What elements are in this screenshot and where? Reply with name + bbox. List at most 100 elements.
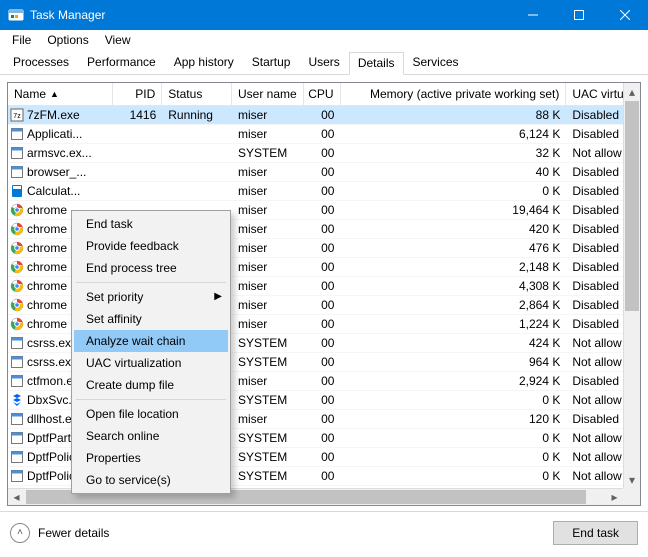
cell-user: SYSTEM	[232, 393, 304, 407]
col-memory[interactable]: Memory (active private working set)	[341, 83, 567, 105]
table-row[interactable]: Calculat...miser000 KDisabled	[8, 182, 640, 201]
menu-file[interactable]: File	[4, 31, 39, 49]
cell-user: miser	[232, 317, 304, 331]
process-icon	[10, 184, 24, 198]
cell-memory: 2,924 K	[340, 374, 566, 388]
cell-user: miser	[232, 260, 304, 274]
cell-cpu: 00	[304, 336, 341, 350]
process-icon	[10, 260, 24, 274]
cell-cpu: 00	[304, 127, 341, 141]
cell-user: miser	[232, 222, 304, 236]
scroll-thumb[interactable]	[625, 101, 639, 311]
process-icon	[10, 146, 24, 160]
cell-memory: 476 K	[340, 241, 566, 255]
window-title: Task Manager	[30, 8, 510, 22]
cell-cpu: 00	[304, 260, 341, 274]
cell-name: armsvc.ex...	[8, 146, 112, 160]
table-row[interactable]: Applicati...miser006,124 KDisabled	[8, 125, 640, 144]
title-bar[interactable]: Task Manager	[0, 0, 648, 30]
col-user[interactable]: User name	[232, 83, 304, 105]
cell-cpu: 00	[304, 184, 341, 198]
context-menu-item[interactable]: Set priority▶	[74, 286, 228, 308]
context-menu-item[interactable]: Go to service(s)	[74, 469, 228, 491]
context-menu-item[interactable]: Properties	[74, 447, 228, 469]
tab-startup[interactable]: Startup	[243, 51, 300, 74]
svg-text:7z: 7z	[13, 113, 21, 120]
context-menu-separator	[76, 399, 226, 400]
cell-memory: 420 K	[340, 222, 566, 236]
process-icon: 7z	[10, 108, 24, 122]
app-icon	[8, 7, 24, 23]
context-menu-item[interactable]: Set affinity	[74, 308, 228, 330]
process-icon	[10, 165, 24, 179]
scroll-up-icon[interactable]: ▴	[624, 83, 640, 100]
context-menu-item[interactable]: Search online	[74, 425, 228, 447]
context-menu-item[interactable]: End process tree	[74, 257, 228, 279]
cell-user: SYSTEM	[232, 336, 304, 350]
tab-details[interactable]: Details	[349, 52, 404, 75]
tab-users[interactable]: Users	[299, 51, 348, 74]
minimize-button[interactable]	[510, 0, 556, 30]
cell-memory: 19,464 K	[340, 203, 566, 217]
cell-cpu: 00	[304, 203, 341, 217]
cell-cpu: 00	[304, 241, 341, 255]
tab-performance[interactable]: Performance	[78, 51, 165, 74]
col-pid[interactable]: PID	[113, 83, 163, 105]
cell-memory: 32 K	[340, 146, 566, 160]
process-icon	[10, 374, 24, 388]
context-menu-item[interactable]: Create dump file	[74, 374, 228, 396]
context-menu-item[interactable]: Open file location	[74, 403, 228, 425]
col-status[interactable]: Status	[162, 83, 232, 105]
chevron-right-icon: ▶	[214, 291, 222, 302]
process-icon	[10, 450, 24, 464]
cell-memory: 0 K	[340, 431, 566, 445]
cell-memory: 0 K	[340, 450, 566, 464]
col-cpu[interactable]: CPU	[304, 83, 341, 105]
vertical-scrollbar[interactable]: ▴ ▾	[623, 83, 640, 488]
process-icon	[10, 355, 24, 369]
scroll-down-icon[interactable]: ▾	[624, 471, 640, 488]
context-menu-item[interactable]: Provide feedback	[74, 235, 228, 257]
close-button[interactable]	[602, 0, 648, 30]
footer: ˄ Fewer details End task	[0, 511, 648, 553]
context-menu-item[interactable]: End task	[74, 213, 228, 235]
cell-memory: 120 K	[340, 412, 566, 426]
process-icon	[10, 336, 24, 350]
process-icon	[10, 431, 24, 445]
process-icon	[10, 241, 24, 255]
process-icon	[10, 127, 24, 141]
cell-memory: 6,124 K	[340, 127, 566, 141]
cell-cpu: 00	[304, 469, 341, 483]
table-row[interactable]: 7z7zFM.exe1416Runningmiser0088 KDisabled	[8, 106, 640, 125]
end-task-button[interactable]: End task	[553, 521, 638, 545]
fewer-details-button[interactable]: ˄ Fewer details	[10, 523, 109, 543]
cell-cpu: 00	[304, 450, 341, 464]
scroll-left-icon[interactable]: ◂	[8, 489, 25, 505]
menu-bar: File Options View	[0, 30, 648, 51]
maximize-button[interactable]	[556, 0, 602, 30]
sort-asc-icon: ▲	[50, 89, 59, 99]
cell-user: miser	[232, 127, 304, 141]
context-menu-item[interactable]: UAC virtualization	[74, 352, 228, 374]
col-name[interactable]: Name▲	[8, 83, 113, 105]
tab-app-history[interactable]: App history	[165, 51, 243, 74]
cell-user: SYSTEM	[232, 450, 304, 464]
cell-cpu: 00	[304, 431, 341, 445]
tab-strip: Processes Performance App history Startu…	[0, 51, 648, 75]
cell-cpu: 00	[304, 279, 341, 293]
tab-processes[interactable]: Processes	[4, 51, 78, 74]
fewer-details-label: Fewer details	[38, 526, 109, 540]
cell-memory: 4,308 K	[340, 279, 566, 293]
cell-memory: 40 K	[340, 165, 566, 179]
table-row[interactable]: browser_...miser0040 KDisabled	[8, 163, 640, 182]
tab-services[interactable]: Services	[404, 51, 468, 74]
menu-view[interactable]: View	[97, 31, 139, 49]
cell-memory: 0 K	[340, 184, 566, 198]
menu-options[interactable]: Options	[39, 31, 96, 49]
context-menu-item[interactable]: Analyze wait chain	[74, 330, 228, 352]
cell-user: miser	[232, 374, 304, 388]
cell-cpu: 00	[304, 374, 341, 388]
table-row[interactable]: armsvc.ex...SYSTEM0032 KNot allowed	[8, 144, 640, 163]
cell-user: miser	[232, 203, 304, 217]
scroll-right-icon[interactable]: ▸	[606, 489, 623, 505]
